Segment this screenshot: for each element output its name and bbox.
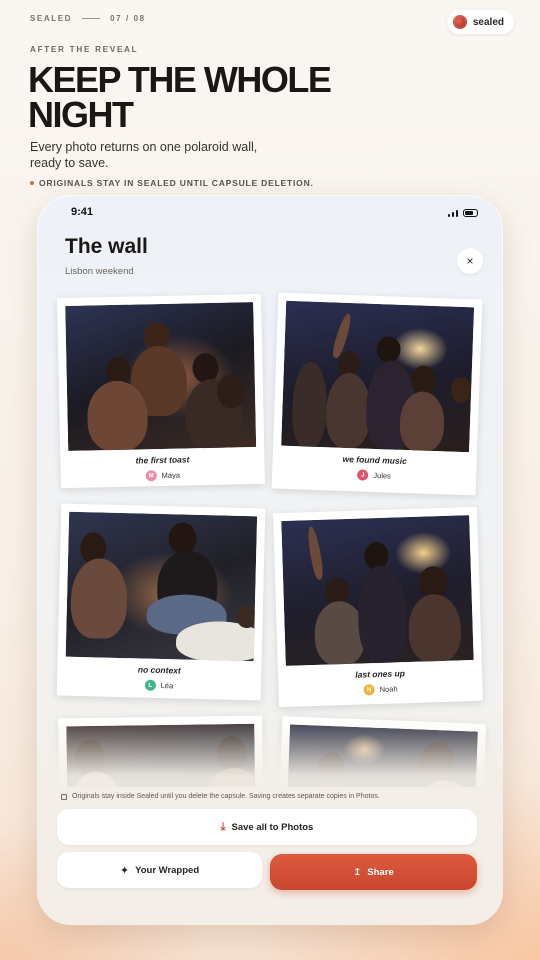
- avatar: L: [144, 679, 156, 691]
- info-icon: [61, 793, 67, 800]
- avatar: M: [145, 470, 157, 482]
- divider: [82, 18, 101, 19]
- battery-icon: [463, 209, 478, 217]
- avatar: J: [357, 469, 369, 481]
- share-button[interactable]: ↥ Share: [270, 854, 477, 890]
- author-name: Jules: [373, 470, 392, 481]
- download-icon: ⤓: [220, 820, 226, 833]
- polaroid-caption: last ones up: [355, 668, 406, 680]
- polaroid-caption: we found music: [342, 453, 407, 467]
- brand-eyebrow: SEALED: [30, 14, 73, 23]
- wrapped-label: Your Wrapped: [135, 864, 200, 876]
- step-counter: 07 / 08: [110, 14, 146, 23]
- polaroid-caption: no context: [137, 664, 181, 676]
- signal-icon: [447, 210, 458, 217]
- retention-note-text: ORIGINALS STAY IN SEALED UNTIL CAPSULE D…: [39, 178, 314, 188]
- status-time: 9:41: [71, 206, 94, 218]
- wax-seal-icon: [452, 15, 467, 29]
- save-all-button[interactable]: ⤓ Save all to Photos: [57, 809, 477, 845]
- polaroid-card[interactable]: last ones up N Noah: [273, 506, 483, 708]
- polaroid-author: N Noah: [286, 681, 474, 698]
- avatar: N: [363, 684, 375, 696]
- photo: [281, 300, 475, 453]
- page-title: The wall: [65, 235, 148, 258]
- sparkle-icon: ✦: [119, 864, 130, 877]
- headline: KEEP THE WHOLE NIGHT: [28, 59, 332, 135]
- save-all-label: Save all to Photos: [231, 821, 314, 833]
- share-label: Share: [367, 866, 394, 878]
- brand-badge-label: sealed: [472, 16, 504, 28]
- section-eyebrow: AFTER THE REVEAL: [30, 45, 139, 54]
- photo: [65, 511, 258, 662]
- author-name: Léa: [160, 681, 174, 691]
- storage-info: Originals stay inside Sealed until you d…: [61, 793, 380, 800]
- wrapped-button[interactable]: ✦ Your Wrapped: [57, 852, 262, 888]
- photo: [281, 515, 474, 666]
- polaroid-card[interactable]: we found music J Jules: [271, 292, 483, 496]
- retention-note: ORIGINALS STAY IN SEALED UNTIL CAPSULE D…: [30, 178, 314, 188]
- polaroid-card[interactable]: no context L Léa: [56, 503, 266, 701]
- status-icons: [447, 209, 478, 217]
- close-button[interactable]: ×: [457, 248, 483, 274]
- storage-info-text: Originals stay inside Sealed until you d…: [72, 793, 380, 800]
- polaroid-author: M Maya: [69, 468, 257, 483]
- close-icon: ×: [466, 254, 474, 268]
- capsule-name: Lisbon weekend: [65, 266, 134, 277]
- share-icon: ↥: [353, 866, 362, 878]
- brand-badge: sealed: [446, 10, 514, 34]
- phone-mockup: 9:41 The wall Lisbon weekend × the first…: [37, 195, 503, 925]
- polaroid-author: L Léa: [65, 678, 253, 694]
- bullet-dot-icon: [30, 181, 34, 185]
- photo: [65, 302, 257, 451]
- polaroid-card[interactable]: the first toast M Maya: [57, 293, 265, 489]
- step-indicator: SEALED 07 / 08: [30, 14, 146, 23]
- author-name: Noah: [379, 684, 398, 694]
- polaroid-author: J Jules: [280, 467, 468, 485]
- subtitle: Every photo returns on one polaroid wall…: [30, 140, 258, 170]
- polaroid-caption: the first toast: [135, 454, 190, 466]
- author-name: Maya: [161, 470, 181, 481]
